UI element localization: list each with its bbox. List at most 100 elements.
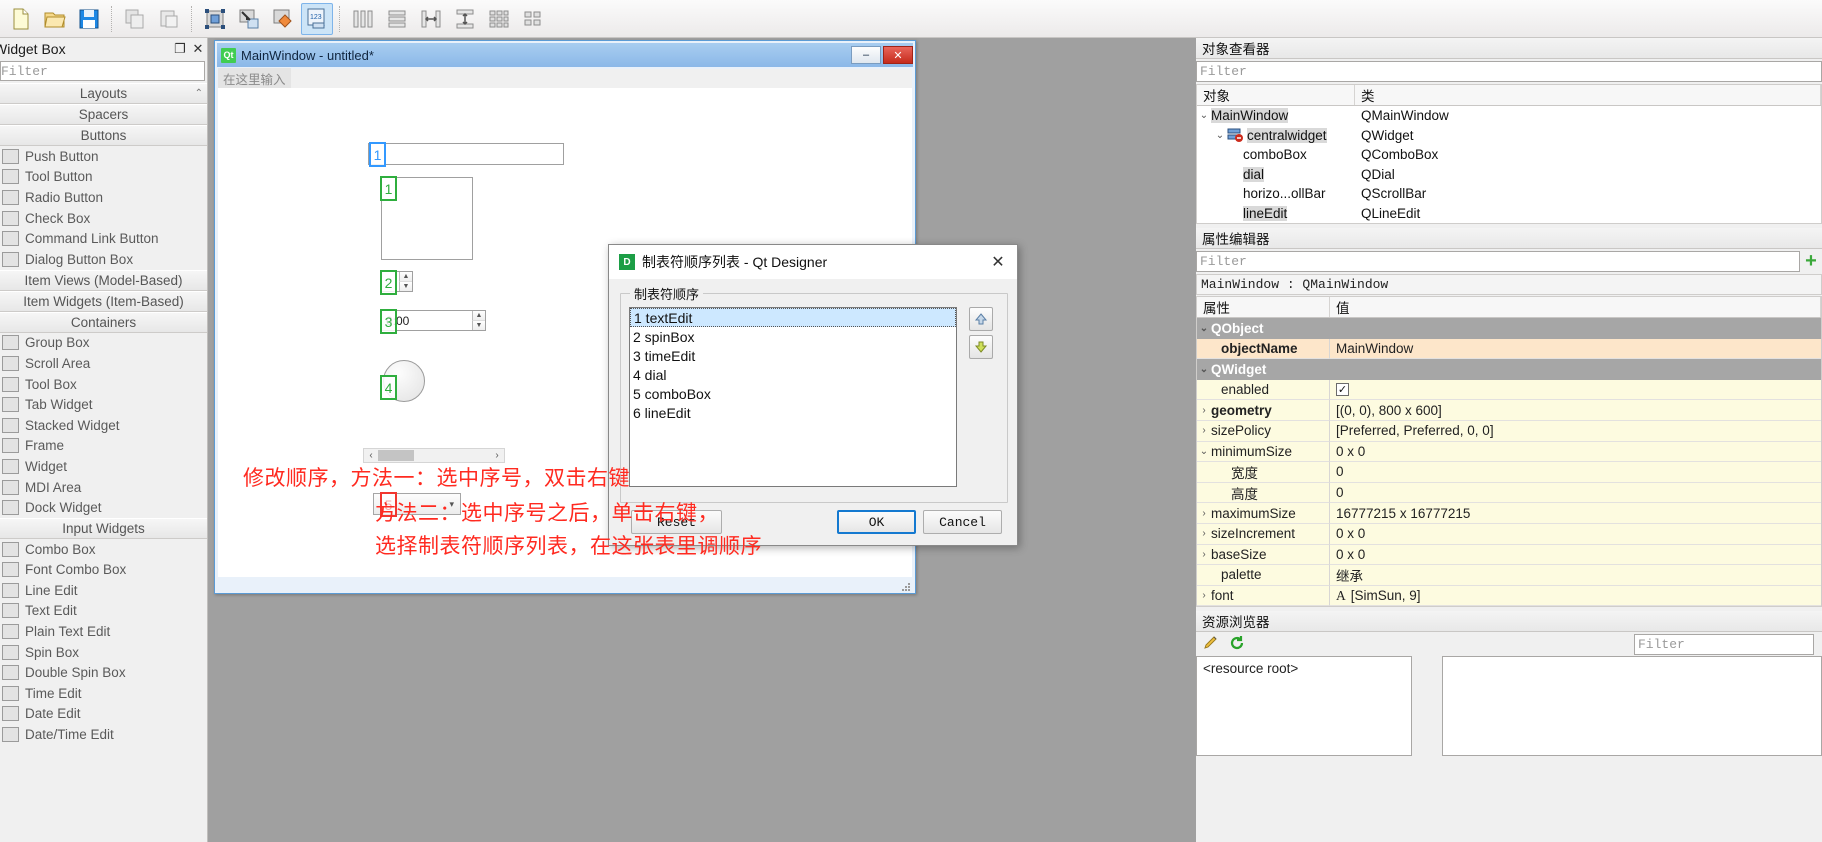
ok-button[interactable]: OK <box>837 510 916 534</box>
tab-order-list-item[interactable]: 2 spinBox <box>630 327 956 346</box>
widget-box-item[interactable]: Dock Widget <box>0 497 207 518</box>
object-tree-row[interactable]: comboBox QComboBox <box>1197 145 1821 165</box>
save-file-icon[interactable] <box>73 3 105 35</box>
property-row[interactable]: objectName MainWindow <box>1197 338 1821 360</box>
new-file-icon[interactable] <box>5 3 37 35</box>
chevron-down-icon[interactable]: ⌄ <box>1197 446 1211 457</box>
edit-buddies-icon[interactable] <box>267 3 299 35</box>
widget-box-group-item-widgets-item-based-[interactable]: Item Widgets (Item-Based) <box>0 290 207 312</box>
cancel-button[interactable]: Cancel <box>923 510 1002 534</box>
layout-splitter-horizontal-icon[interactable] <box>415 3 447 35</box>
property-row[interactable]: › geometry [(0, 0), 800 x 600] <box>1197 400 1821 421</box>
widget-box-group-spacers[interactable]: Spacers <box>0 104 207 125</box>
edit-widgets-icon[interactable] <box>199 3 231 35</box>
chevron-up-icon[interactable]: ⌃ <box>195 88 203 99</box>
property-row[interactable]: › baseSize 0 x 0 <box>1197 544 1821 566</box>
chevron-down-icon[interactable]: ⌄ <box>1197 110 1211 121</box>
edit-tab-order-icon[interactable]: 123 <box>301 2 333 35</box>
widget-box-item[interactable]: Stacked Widget <box>0 415 207 436</box>
tab-order-badge[interactable]: 1 <box>369 142 386 167</box>
layout-horizontally-icon[interactable] <box>347 3 379 35</box>
tab-order-list-item[interactable]: 3 timeEdit <box>630 346 956 365</box>
object-tree-row[interactable]: ⌄ centralwidget QWidget <box>1197 126 1821 146</box>
scrollbar-handle[interactable] <box>378 450 414 461</box>
layout-vertically-icon[interactable] <box>381 3 413 35</box>
tab-order-list-item[interactable]: 1 textEdit <box>630 308 956 327</box>
widget-box-item[interactable]: Push Button <box>0 146 207 167</box>
widget-box-item[interactable]: Command Link Button <box>0 228 207 249</box>
resource-preview-pane[interactable] <box>1442 656 1822 757</box>
property-row[interactable]: 高度 0 <box>1197 482 1821 504</box>
resize-grip-icon[interactable] <box>901 580 911 591</box>
enabled-checkbox[interactable]: ✓ <box>1336 383 1349 397</box>
move-down-button[interactable] <box>969 335 993 359</box>
chevron-right-icon[interactable]: › <box>1197 508 1211 519</box>
widget-box-item[interactable]: Date/Time Edit <box>0 724 207 745</box>
form-line-edit[interactable] <box>368 143 564 165</box>
tab-order-badge[interactable]: 2 <box>380 270 397 295</box>
object-tree-row[interactable]: horizo...ollBar QScrollBar <box>1197 184 1821 204</box>
layout-splitter-vertical-icon[interactable] <box>449 3 481 35</box>
reload-icon[interactable] <box>1228 634 1246 655</box>
widget-box-item[interactable]: Time Edit <box>0 683 207 704</box>
property-group-row[interactable]: ⌄ QWidget <box>1197 359 1821 380</box>
add-property-icon[interactable]: + <box>1800 250 1822 273</box>
tab-order-badge[interactable]: 3 <box>380 309 397 334</box>
widget-box-item[interactable]: Combo Box <box>0 539 207 560</box>
chevron-down-icon[interactable]: ⌄ <box>1197 323 1211 334</box>
object-inspector-filter-input[interactable]: Filter <box>1196 61 1822 82</box>
tab-order-list-item[interactable]: 4 dial <box>630 365 956 384</box>
widget-box-item[interactable]: Tool Box <box>0 374 207 395</box>
property-row[interactable]: › sizeIncrement 0 x 0 <box>1197 523 1821 545</box>
tab-order-list-item[interactable]: 6 lineEdit <box>630 403 956 422</box>
layout-form-icon[interactable] <box>517 3 549 35</box>
widget-box-item[interactable]: Group Box <box>0 333 207 354</box>
open-file-icon[interactable] <box>39 3 71 35</box>
property-group-row[interactable]: ⌄ QObject <box>1197 318 1821 339</box>
object-tree-row[interactable]: ⌄ MainWindow QMainWindow <box>1197 106 1821 126</box>
property-row[interactable]: palette 继承 <box>1197 565 1821 586</box>
tab-order-list[interactable]: 1 textEdit 2 spinBox 3 timeEdit 4 dial 5 com… <box>629 307 957 487</box>
widget-box-group-buttons[interactable]: Buttons <box>0 125 207 146</box>
scroll-left-icon[interactable]: ‹ <box>364 450 378 461</box>
resource-root-list[interactable]: <resource root> <box>1196 656 1412 757</box>
menubar-placeholder[interactable]: 在这里输入 <box>218 68 291 89</box>
object-inspector-tree[interactable]: 对象 类 ⌄ MainWindow QMainWindow ⌄ centralwidge… <box>1196 84 1822 224</box>
dialog-close-icon[interactable]: ✕ <box>985 249 1011 275</box>
copy-icon[interactable] <box>119 3 151 35</box>
widget-box-item[interactable]: Check Box <box>0 208 207 229</box>
chevron-down-icon[interactable]: ⌄ <box>1197 364 1211 375</box>
tab-order-badge[interactable]: 4 <box>380 375 397 400</box>
chevron-right-icon[interactable]: › <box>1197 405 1211 416</box>
chevron-right-icon[interactable]: › <box>1197 425 1211 436</box>
chevron-down-icon[interactable]: ⌄ <box>1213 130 1227 141</box>
widget-box-item[interactable]: Dialog Button Box <box>0 249 207 270</box>
chevron-right-icon[interactable]: › <box>1197 528 1211 539</box>
property-row[interactable]: enabled ✓ <box>1197 379 1821 401</box>
widget-box-item[interactable]: Text Edit <box>0 601 207 622</box>
property-row[interactable]: 宽度 0 <box>1197 462 1821 483</box>
property-row[interactable]: › maximumSize 16777215 x 16777215 <box>1197 503 1821 524</box>
tab-order-badge[interactable]: 1 <box>380 176 397 201</box>
widget-box-group-input-widgets[interactable]: Input Widgets <box>0 517 207 539</box>
paste-icon[interactable] <box>153 3 185 35</box>
form-horizontal-scrollbar[interactable]: ‹ › <box>363 448 505 463</box>
widget-box-group-containers[interactable]: Containers <box>0 311 207 333</box>
widget-box-item[interactable]: Double Spin Box <box>0 662 207 683</box>
property-row[interactable]: › sizePolicy [Preferred, Preferred, 0, 0] <box>1197 420 1821 442</box>
property-row[interactable]: ⌄ minimumSize 0 x 0 <box>1197 441 1821 463</box>
move-up-button[interactable] <box>969 307 993 331</box>
float-icon[interactable]: ❐ <box>171 40 189 58</box>
widget-box-item[interactable]: Date Edit <box>0 704 207 725</box>
widget-box-item[interactable]: Frame <box>0 436 207 457</box>
close-button[interactable]: ✕ <box>883 46 913 64</box>
minimize-button[interactable]: – <box>851 46 881 64</box>
widget-box-group-layouts[interactable]: Layouts ⌃ <box>0 83 207 104</box>
scroll-right-icon[interactable]: › <box>490 450 504 461</box>
property-table[interactable]: 属性 值 ⌄ QObject objectName MainWindow ⌄ QWidge… <box>1196 296 1822 608</box>
property-row[interactable]: › font A [SimSun, 9] <box>1197 585 1821 607</box>
widget-box-item[interactable]: Line Edit <box>0 580 207 601</box>
resource-filter-input[interactable]: Filter <box>1634 633 1814 655</box>
object-tree-row[interactable]: lineEdit QLineEdit <box>1197 204 1821 224</box>
widget-box-item[interactable]: Radio Button <box>0 187 207 208</box>
